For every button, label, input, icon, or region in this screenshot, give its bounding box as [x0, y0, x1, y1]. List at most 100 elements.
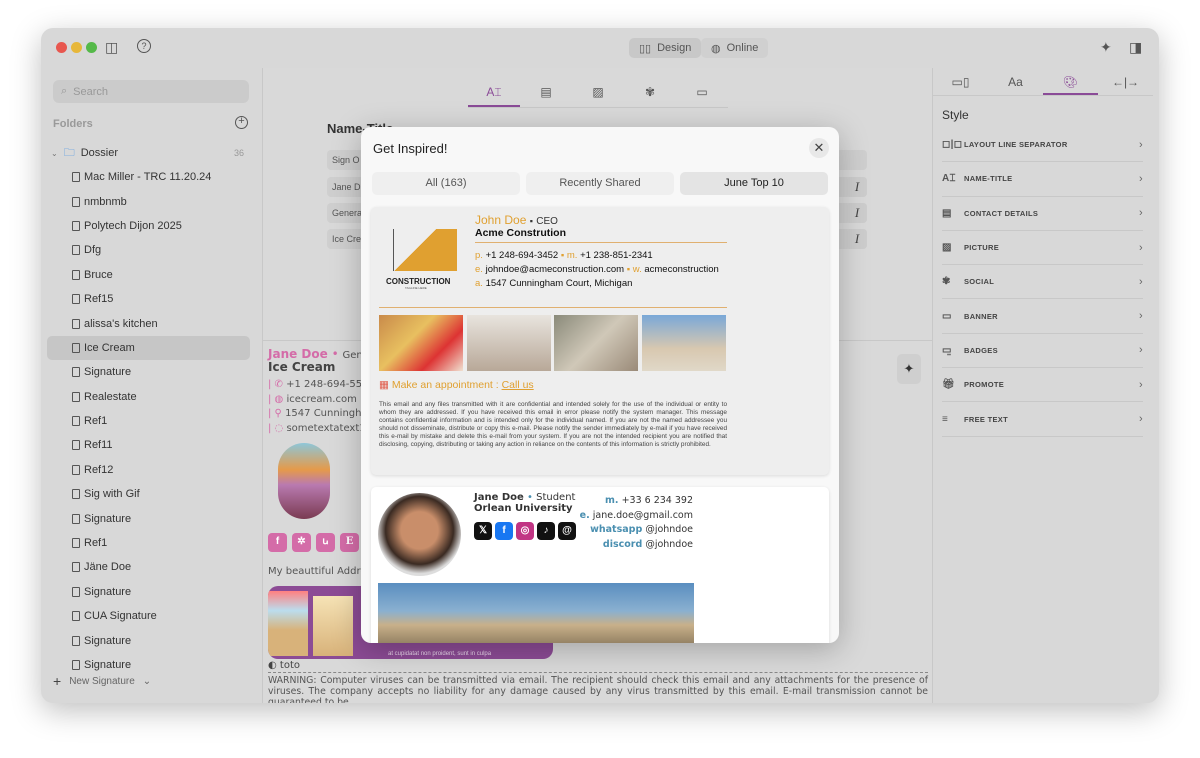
- sidebar-item[interactable]: Ref15: [47, 287, 250, 311]
- sidebar-item[interactable]: Sig with Gif: [47, 482, 250, 506]
- tab-all[interactable]: All (163): [372, 172, 520, 195]
- sidebar-item[interactable]: CUA Signature: [47, 604, 250, 628]
- chevron-right-icon: ›: [1139, 241, 1143, 254]
- style-item-label: BADGES: [964, 345, 998, 355]
- document-icon: [72, 294, 80, 305]
- tab-name-title[interactable]: A⌶: [468, 80, 520, 107]
- style-item-label: SOCIAL: [964, 277, 995, 287]
- sidebar-item[interactable]: Signature: [47, 506, 250, 530]
- italic-button[interactable]: I: [847, 177, 867, 197]
- folder-dossier[interactable]: ⌄ 🗀 Dossier 36: [47, 141, 250, 165]
- tab-contact-details[interactable]: ▤: [520, 80, 572, 107]
- sidebar-item[interactable]: Ice Cream: [47, 335, 250, 361]
- style-item-icon: A⌶: [942, 173, 956, 185]
- ai-sparkle-button[interactable]: ✦: [897, 354, 921, 384]
- sidebar-item[interactable]: Ref12: [47, 458, 250, 482]
- style-panel: ▭▯ Aa 🎨︎ ←|→ Style ◻|◻ LAYOUT LINE SEPARA…: [932, 68, 1153, 703]
- tab-palette[interactable]: 🎨︎: [1043, 68, 1098, 95]
- sidebar-item[interactable]: Realestate: [47, 385, 250, 409]
- tab-spacing[interactable]: ←|→: [1098, 68, 1153, 95]
- sidebar-item[interactable]: Signature: [47, 360, 250, 384]
- label: e.: [579, 509, 590, 521]
- tab-recently-shared[interactable]: Recently Shared: [526, 172, 674, 195]
- photo: [642, 315, 726, 371]
- zoom-window-button[interactable]: [86, 42, 97, 53]
- style-item[interactable]: ◻|◻ LAYOUT LINE SEPARATOR ›: [942, 128, 1143, 163]
- chevron-right-icon: ›: [1139, 138, 1143, 151]
- card1-disclaimer: This email and any files transmitted wit…: [379, 401, 727, 449]
- sidebar-item[interactable]: Signature: [47, 580, 250, 604]
- tiktok-icon[interactable]: ♪: [537, 522, 555, 540]
- sidebar-item-label: nmbnmb: [84, 195, 127, 208]
- style-item[interactable]: 🎁︎ PROMOTE ›: [942, 368, 1143, 403]
- sidebar-item[interactable]: Signature: [47, 628, 250, 652]
- inspector-toggle-icon[interactable]: ◨: [1129, 39, 1142, 56]
- facebook-icon[interactable]: f: [268, 533, 287, 552]
- document-icon: [72, 172, 80, 183]
- style-item[interactable]: ▨ PICTURE ›: [942, 231, 1143, 266]
- chevron-right-icon: ›: [1139, 344, 1143, 357]
- sparkle-icon[interactable]: ✦: [1100, 39, 1112, 56]
- italic-button[interactable]: I: [847, 203, 867, 223]
- help-icon[interactable]: ?: [137, 39, 151, 53]
- design-button[interactable]: ▯▯ Design: [629, 38, 702, 58]
- sidebar-item[interactable]: Ref1: [47, 409, 250, 433]
- chevron-right-icon: ›: [1139, 310, 1143, 323]
- card2-discord: @johndoe: [645, 538, 693, 550]
- template-card[interactable]: CONSTRUCTION TAGLINE HERE John Doe ▪ CEO…: [371, 207, 829, 475]
- sidebar-item[interactable]: Mac Miller - TRC 11.20.24: [47, 165, 250, 189]
- tab-june-top-10[interactable]: June Top 10: [680, 172, 828, 195]
- tab-layout[interactable]: ▭▯: [933, 68, 988, 95]
- tab-picture[interactable]: ▨: [572, 80, 624, 107]
- etsy-icon[interactable]: E: [340, 533, 359, 552]
- x-icon[interactable]: 𝕏: [474, 522, 492, 540]
- card2-email: jane.doe@gmail.com: [592, 509, 693, 521]
- label: w.: [632, 264, 642, 275]
- sidebar-item[interactable]: Dfg: [47, 238, 250, 262]
- chevron-right-icon: ›: [1139, 275, 1143, 288]
- search-input[interactable]: ⌕ Search: [53, 80, 249, 103]
- sidebar-item-label: Signature: [84, 659, 132, 671]
- template-card[interactable]: Jane Doe • Student Orlean University 𝕏 f…: [371, 487, 829, 643]
- sidebar-item[interactable]: Ref1: [47, 531, 250, 555]
- tab-typography[interactable]: Aa: [988, 68, 1043, 95]
- sidebar-item[interactable]: nmbnmb: [47, 189, 250, 213]
- new-signature-button[interactable]: + New Signature ⌄: [53, 673, 151, 689]
- facebook-icon[interactable]: f: [495, 522, 513, 540]
- sidebar-item[interactable]: Bruce: [47, 263, 250, 287]
- sidebar-item[interactable]: Ref11: [47, 433, 250, 457]
- close-icon[interactable]: ✕: [809, 138, 829, 158]
- tab-social[interactable]: ✾: [624, 80, 676, 107]
- stumbleupon-icon[interactable]: ꭎ: [316, 533, 335, 552]
- tab-banner[interactable]: ▭: [676, 80, 728, 107]
- footer-name: toto: [279, 660, 300, 671]
- style-item[interactable]: ≡ FREE TEXT ›: [942, 402, 1143, 437]
- card2-title: Student: [536, 492, 576, 503]
- sidebar-toggle-icon[interactable]: ◫: [105, 39, 118, 56]
- style-item[interactable]: A⌶ NAME-TITLE ›: [942, 162, 1143, 197]
- photo: [554, 315, 638, 371]
- online-button[interactable]: ◍ Online: [701, 38, 769, 58]
- style-item[interactable]: ▭ BANNER ›: [942, 299, 1143, 334]
- style-item[interactable]: ▤ CONTACT DETAILS ›: [942, 197, 1143, 231]
- yelp-icon[interactable]: ✲: [292, 533, 311, 552]
- minimize-window-button[interactable]: [71, 42, 82, 53]
- sidebar-item[interactable]: Polytech Dijon 2025: [47, 214, 250, 238]
- style-item-icon: 🎁︎: [942, 379, 955, 391]
- close-window-button[interactable]: [56, 42, 67, 53]
- document-icon: [72, 196, 80, 207]
- chevron-right-icon: ›: [1139, 413, 1143, 426]
- italic-button[interactable]: I: [847, 229, 867, 249]
- chevron-down-icon[interactable]: ⌄: [143, 676, 151, 687]
- sidebar-item[interactable]: Jäne Doe: [47, 555, 250, 579]
- instagram-icon[interactable]: ◎: [516, 522, 534, 540]
- style-item[interactable]: ✾ SOCIAL ›: [942, 265, 1143, 300]
- call-us-link[interactable]: Call us: [502, 379, 534, 391]
- style-item-icon: ▤: [942, 207, 952, 219]
- document-icon: [72, 269, 80, 280]
- sidebar-item[interactable]: alissa's kitchen: [47, 311, 250, 335]
- photo: [379, 315, 463, 371]
- card2-name: Jane Doe: [474, 492, 524, 503]
- style-item[interactable]: ▭̤ BADGES ›: [942, 334, 1143, 369]
- add-folder-button[interactable]: +: [235, 116, 248, 129]
